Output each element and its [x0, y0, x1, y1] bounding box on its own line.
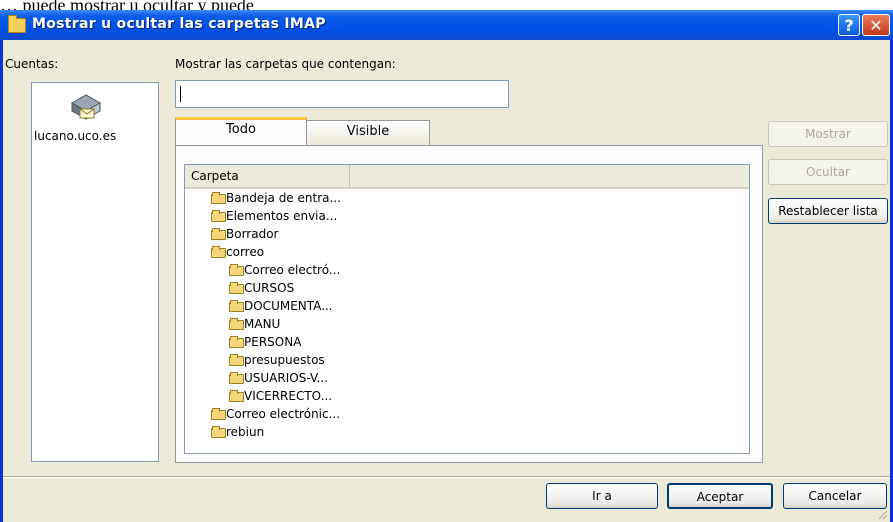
ok-button[interactable]: Aceptar: [667, 483, 773, 509]
mail-server-icon: [70, 94, 102, 120]
tab-visible[interactable]: Visible: [306, 120, 430, 146]
drafts-folder-icon: [211, 228, 226, 240]
folder-item-sent[interactable]: Elementos envia...: [211, 207, 337, 225]
sent-folder-icon: [211, 210, 226, 222]
dialog-window: Mostrar u ocultar las carpetas IMAP ? ✕ …: [0, 10, 893, 522]
folder-item-correo[interactable]: correo: [211, 243, 264, 261]
background-document-strip: … puede mostrar u ocultar y puede: [0, 0, 893, 10]
folder-list[interactable]: Carpeta Bandeja de entra... Elementos en…: [184, 164, 750, 454]
text-caret: [180, 86, 181, 102]
folder-item-cursos[interactable]: CURSOS: [229, 279, 294, 297]
window-title: Mostrar u ocultar las carpetas IMAP: [32, 16, 326, 32]
folder-item-persona[interactable]: PERSONA: [229, 333, 301, 351]
accounts-label: Cuentas:: [5, 57, 59, 71]
accounts-list: lucano.uco.es: [31, 82, 159, 462]
folder-icon: [229, 390, 244, 402]
folder-label: VICERRECTO...: [244, 389, 333, 403]
folder-icon: [211, 408, 226, 420]
folder-item-documenta[interactable]: DOCUMENTA...: [229, 297, 333, 315]
folder-item-manu[interactable]: MANU: [229, 315, 280, 333]
help-button[interactable]: ?: [838, 14, 860, 36]
folder-item-correo-electronico[interactable]: Correo electrónic...: [211, 405, 340, 423]
folder-item-usuarios[interactable]: USUARIOS-V...: [229, 369, 328, 387]
folder-icon: [211, 246, 226, 258]
inbox-folder-icon: [211, 192, 226, 204]
folder-label: rebiun: [226, 425, 265, 439]
folder-label: MANU: [244, 317, 281, 331]
folder-label: presupuestos: [244, 353, 325, 367]
goto-button[interactable]: Ir a: [546, 483, 658, 509]
folder-icon: [229, 264, 244, 276]
folder-label: DOCUMENTA...: [244, 299, 333, 313]
folder-label: Correo electró...: [244, 263, 341, 277]
title-bar[interactable]: Mostrar u ocultar las carpetas IMAP ? ✕: [0, 10, 893, 40]
folder-label: correo: [226, 245, 265, 259]
folder-icon: [229, 354, 244, 366]
tab-panel: Carpeta Bandeja de entra... Elementos en…: [175, 145, 763, 463]
folder-icon: [229, 300, 244, 312]
folder-icon: [229, 282, 244, 294]
footer-divider: [3, 476, 890, 478]
background-document-text: … puede mostrar u ocultar y puede: [0, 0, 254, 10]
folder-label: Borrador: [226, 227, 279, 241]
column-header-carpeta[interactable]: Carpeta: [185, 165, 350, 187]
folder-item-vicerrecto[interactable]: VICERRECTO...: [229, 387, 332, 405]
folder-item-presupuestos[interactable]: presupuestos: [229, 351, 325, 369]
search-label: Mostrar las carpetas que contengan:: [175, 57, 396, 71]
folder-item-drafts[interactable]: Borrador: [211, 225, 278, 243]
folder-label: PERSONA: [244, 335, 302, 349]
folder-item-correo-electronico-sub[interactable]: Correo electró...: [229, 261, 340, 279]
folder-label: Correo electrónic...: [226, 407, 341, 421]
folder-label: Bandeja de entra...: [226, 191, 341, 205]
hide-button[interactable]: Ocultar: [768, 159, 888, 185]
folder-label: USUARIOS-V...: [244, 371, 329, 385]
resize-grip-icon[interactable]: [878, 510, 888, 520]
folder-label: CURSOS: [244, 281, 295, 295]
account-name: lucano.uco.es: [34, 129, 117, 143]
folder-icon: [229, 336, 244, 348]
column-header-bar: Carpeta: [185, 165, 749, 189]
folder-icon: [8, 15, 26, 33]
show-button[interactable]: Mostrar: [768, 121, 888, 147]
folder-icon: [229, 372, 244, 384]
folder-item-rebiun[interactable]: rebiun: [211, 423, 264, 441]
folder-label: Elementos envia...: [226, 209, 338, 223]
folder-icon: [229, 318, 244, 330]
folder-icon: [211, 426, 226, 438]
close-button[interactable]: ✕: [862, 14, 890, 36]
cancel-button[interactable]: Cancelar: [783, 483, 887, 509]
reset-list-button[interactable]: Restablecer lista: [768, 198, 888, 224]
tab-todo[interactable]: Todo: [175, 117, 307, 146]
search-input[interactable]: [175, 80, 509, 108]
folder-item-inbox[interactable]: Bandeja de entra...: [211, 189, 341, 207]
